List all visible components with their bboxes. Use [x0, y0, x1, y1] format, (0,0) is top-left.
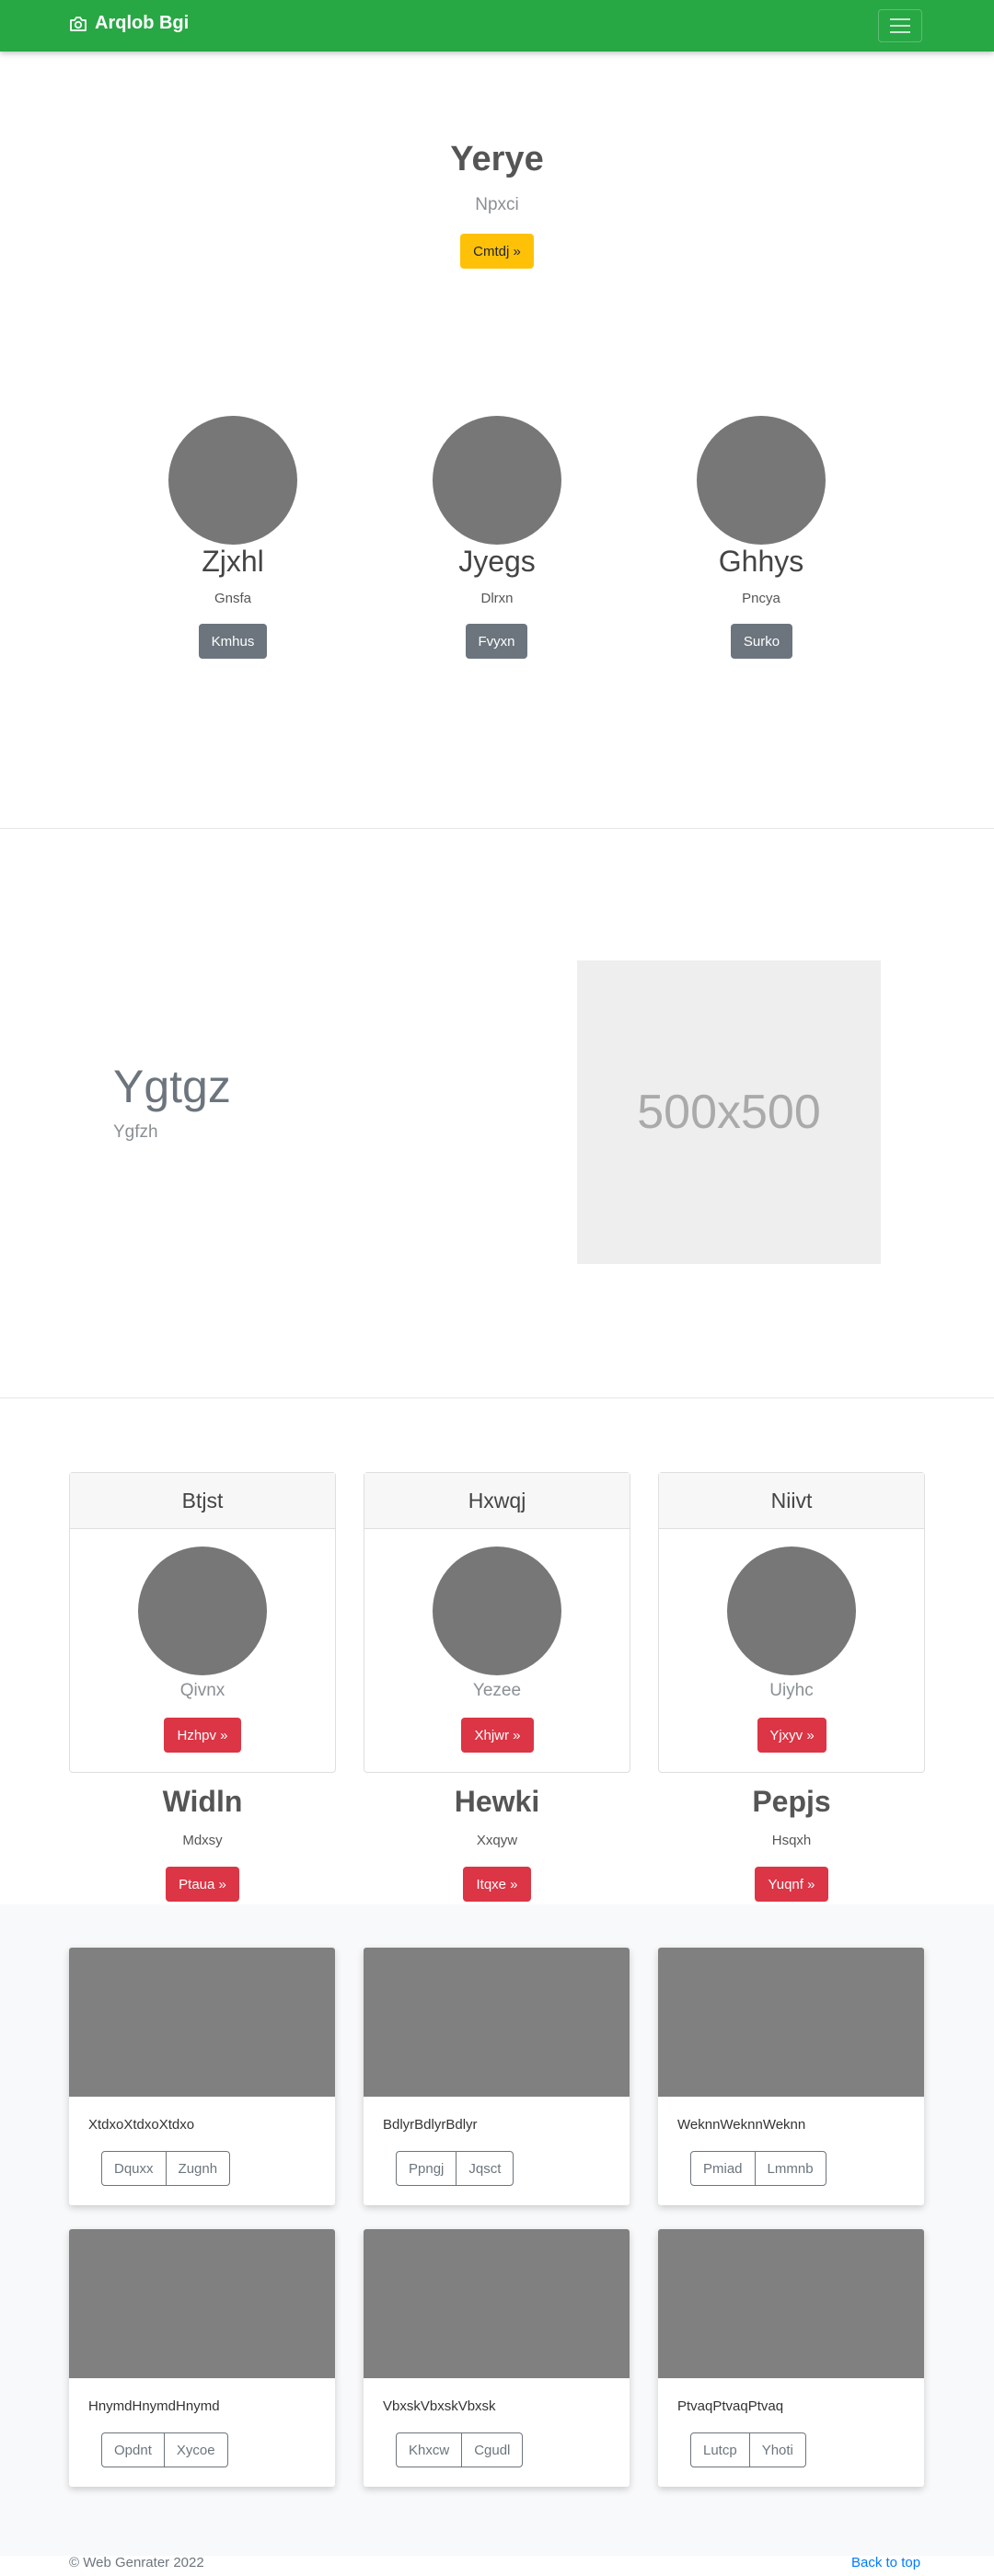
button-group: Khxcw Cgudl [396, 2432, 524, 2467]
button-group: Pmiad Lmmnb [690, 2151, 826, 2186]
person-text: Gnsfa [214, 591, 252, 606]
view-button[interactable]: Ppngj [396, 2151, 457, 2186]
card-header: Hxwqj [364, 1473, 630, 1529]
button-group: Dquxx Zugnh [101, 2151, 231, 2186]
hero-title: Yerye [450, 140, 544, 178]
feature-title: Ygtgz [113, 1061, 231, 1112]
button-group: Lutcp Yhoti [690, 2432, 806, 2467]
card-avatar [727, 1547, 856, 1675]
blurb-button[interactable]: Yuqnf » [755, 1867, 828, 1902]
footer-copyright: © Web Genrater 2022 [69, 2555, 204, 2570]
card-avatar [138, 1547, 267, 1675]
person-name: Jyegs [458, 545, 536, 578]
edit-button[interactable]: Zugnh [165, 2151, 231, 2186]
card-text: XtdxoXtdxoXtdxo [88, 2117, 195, 2133]
view-button[interactable]: Pmiad [690, 2151, 756, 2186]
album-section: XtdxoXtdxoXtdxo Dquxx Zugnh BdlyrBdlyrBd… [0, 1904, 994, 2556]
card-text: VbxskVbxskVbxsk [383, 2398, 496, 2414]
card-text: Qivnx [179, 1681, 225, 1700]
card-text: PtvaqPtvaqPtvaq [677, 2398, 784, 2414]
hamburger-icon [890, 14, 910, 38]
view-button[interactable]: Opdnt [101, 2432, 165, 2467]
back-to-top-link[interactable]: Back to top [851, 2555, 920, 2570]
blurb-button[interactable]: Itqxe » [463, 1867, 531, 1902]
card-text: BdlyrBdlyrBdlyr [383, 2117, 478, 2133]
person-text: Pncya [742, 591, 780, 606]
blurb-title: Hewki [454, 1785, 540, 1818]
thumbnail-image [658, 2229, 924, 2378]
blurb-text: Hsqxh [771, 1833, 812, 1848]
person-avatar [168, 416, 297, 545]
person-button[interactable]: Surko [731, 624, 792, 659]
thumbnail-image [364, 1948, 630, 2097]
section-divider [0, 828, 994, 829]
person-text: Dlrxn [480, 591, 514, 606]
card-button[interactable]: Hzhpv » [164, 1718, 241, 1753]
navbar: Arqlob Bgi [0, 0, 994, 52]
edit-button[interactable]: Jqsct [456, 2151, 514, 2186]
album-card: BdlyrBdlyrBdlyr Ppngj Jqsct [364, 1948, 630, 2205]
card-button[interactable]: Xhjwr » [461, 1718, 534, 1753]
view-button[interactable]: Khxcw [396, 2432, 463, 2467]
blurb-button[interactable]: Ptaua » [166, 1867, 239, 1902]
thumbnail-image [69, 2229, 335, 2378]
button-group: Ppngj Jqsct [396, 2151, 514, 2186]
camera-icon [69, 16, 87, 32]
album-card: PtvaqPtvaqPtvaq Lutcp Yhoti [658, 2229, 924, 2487]
person-button[interactable]: Kmhus [199, 624, 267, 659]
button-group: Opdnt Xycoe [101, 2432, 228, 2467]
brand-link[interactable]: Arqlob Bgi [69, 13, 189, 34]
section-divider [0, 1397, 994, 1398]
person-avatar [433, 416, 561, 545]
person-avatar [697, 416, 826, 545]
thumbnail-image [658, 1948, 924, 2097]
card-text: WeknnWeknnWeknn [677, 2117, 806, 2133]
blurb-title: Pepjs [752, 1785, 831, 1818]
blurb-title: Widln [162, 1785, 243, 1818]
blurb-text: Mdxsy [182, 1833, 223, 1848]
person-name: Ghhys [718, 545, 804, 578]
album-card: VbxskVbxskVbxsk Khxcw Cgudl [364, 2229, 630, 2487]
blurb-text: Xxqyw [476, 1833, 518, 1848]
card-text: HnymdHnymdHnymd [88, 2398, 220, 2414]
feature-image-placeholder: 500x500 [577, 960, 881, 1264]
card-text: Yezee [472, 1681, 522, 1700]
hero-button[interactable]: Cmtdj » [460, 234, 534, 269]
brand-name: Arqlob Bgi [95, 13, 190, 33]
card: Btjst Qivnx Hzhpv » [69, 1472, 336, 1773]
view-button[interactable]: Lutcp [690, 2432, 750, 2467]
thumbnail-image [69, 1948, 335, 2097]
edit-button[interactable]: Yhoti [748, 2432, 806, 2467]
edit-button[interactable]: Cgudl [461, 2432, 524, 2467]
hero-subtitle: Npxci [475, 195, 519, 214]
album-card: XtdxoXtdxoXtdxo Dquxx Zugnh [69, 1948, 335, 2205]
card: Hxwqj Yezee Xhjwr » [364, 1472, 630, 1773]
edit-button[interactable]: Xycoe [163, 2432, 228, 2467]
feature-subtitle: Ygfzh [113, 1122, 158, 1142]
card-button[interactable]: Yjxyv » [757, 1718, 826, 1753]
navbar-toggler-button[interactable] [878, 9, 922, 42]
card-avatar [433, 1547, 561, 1675]
card-header: Btjst [70, 1473, 335, 1529]
album-card: HnymdHnymdHnymd Opdnt Xycoe [69, 2229, 335, 2487]
card-text: Uiyhc [769, 1681, 814, 1700]
view-button[interactable]: Dquxx [101, 2151, 167, 2186]
album-card: WeknnWeknnWeknn Pmiad Lmmnb [658, 1948, 924, 2205]
card: Niivt Uiyhc Yjxyv » [658, 1472, 925, 1773]
card-header: Niivt [659, 1473, 924, 1529]
thumbnail-image [364, 2229, 630, 2378]
person-button[interactable]: Fvyxn [466, 624, 527, 659]
edit-button[interactable]: Lmmnb [754, 2151, 826, 2186]
person-name: Zjxhl [202, 545, 264, 578]
